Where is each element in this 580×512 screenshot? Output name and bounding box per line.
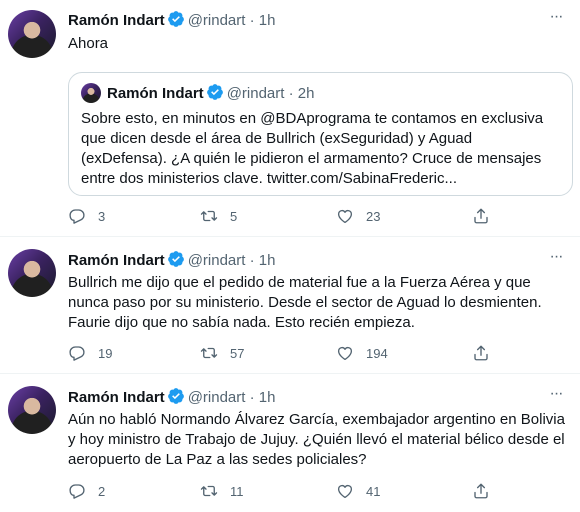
quoted-tweet[interactable]: Ramón Indart @rindart · 2h Sobre esto, en… xyxy=(68,72,573,196)
avatar[interactable] xyxy=(8,10,56,58)
reply-icon xyxy=(68,344,86,362)
retweet-icon xyxy=(200,207,218,225)
like-count: 194 xyxy=(366,345,388,361)
timestamp[interactable]: 1h xyxy=(259,252,276,269)
share-button[interactable] xyxy=(472,482,502,500)
timestamp[interactable]: 1h xyxy=(259,12,276,29)
retweet-button[interactable]: 5 xyxy=(200,207,237,225)
retweet-count: 57 xyxy=(230,345,245,361)
separator-dot: · xyxy=(288,85,294,102)
like-icon xyxy=(336,482,354,500)
tweet-header: Ramón Indart @rindart · 1h xyxy=(68,387,275,408)
more-options-icon[interactable]: ··· xyxy=(546,249,566,270)
quoted-text: Sobre esto, en minutos en @BDAprograma t… xyxy=(81,110,544,187)
quoted-author-handle: @rindart xyxy=(226,85,285,102)
share-button[interactable] xyxy=(472,344,502,362)
author-handle[interactable]: @rindart xyxy=(188,252,246,269)
author-name[interactable]: Ramón Indart xyxy=(68,252,165,269)
verified-badge-icon xyxy=(206,83,224,101)
reply-count: 3 xyxy=(98,208,106,224)
share-button[interactable] xyxy=(472,207,502,225)
avatar[interactable] xyxy=(8,386,56,434)
quoted-avatar[interactable] xyxy=(81,83,101,103)
tweet-text: Bullrich me dijo que el pedido de materi… xyxy=(68,274,542,331)
like-button[interactable]: 23 xyxy=(336,207,380,225)
like-button[interactable]: 194 xyxy=(336,344,388,362)
retweet-button[interactable]: 11 xyxy=(200,482,244,500)
like-button[interactable]: 41 xyxy=(336,482,380,500)
retweet-icon xyxy=(200,482,218,500)
like-icon xyxy=(336,344,354,362)
tweet-text: Aún no habló Normando Álvarez García, ex… xyxy=(68,411,565,468)
tweet[interactable]: Ramón Indart @rindart · 1h ··· Bullrich m… xyxy=(0,237,580,373)
tweet-header: Ramón Indart @rindart · 1h xyxy=(68,250,275,271)
share-icon xyxy=(472,482,490,500)
like-count: 23 xyxy=(366,208,381,224)
separator-dot: · xyxy=(249,252,255,269)
share-icon xyxy=(472,344,490,362)
quoted-author-name: Ramón Indart xyxy=(107,85,204,102)
tweet-actions: 19 57 194 xyxy=(68,344,568,364)
separator-dot: · xyxy=(249,12,255,29)
reply-count: 2 xyxy=(98,483,106,499)
more-options-icon[interactable]: ··· xyxy=(546,386,566,407)
separator-dot: · xyxy=(249,389,255,406)
retweet-icon xyxy=(200,344,218,362)
reply-icon xyxy=(68,482,86,500)
more-options-icon[interactable]: ··· xyxy=(546,9,566,30)
author-handle[interactable]: @rindart xyxy=(188,12,246,29)
author-name[interactable]: Ramón Indart xyxy=(68,12,165,29)
retweet-count: 11 xyxy=(230,483,244,499)
tweet-actions: 3 5 23 xyxy=(68,207,568,227)
author-handle[interactable]: @rindart xyxy=(188,389,246,406)
verified-badge-icon xyxy=(167,250,185,268)
verified-badge-icon xyxy=(167,10,185,28)
tweet-text: Ahora xyxy=(68,35,109,52)
retweet-count: 5 xyxy=(230,208,238,224)
reply-button[interactable]: 3 xyxy=(68,207,105,225)
tweet[interactable]: Ramón Indart @rindart · 1h ··· Aún no hab… xyxy=(0,374,580,512)
verified-badge-icon xyxy=(167,387,185,405)
tweet[interactable]: Ramón Indart @rindart · 1h ··· Ahora Ramó… xyxy=(0,0,580,236)
avatar[interactable] xyxy=(8,249,56,297)
quoted-header: Ramón Indart @rindart · 2h xyxy=(107,83,314,104)
timestamp[interactable]: 1h xyxy=(259,389,276,406)
quoted-timestamp: 2h xyxy=(297,85,315,102)
reply-button[interactable]: 2 xyxy=(68,482,105,500)
reply-button[interactable]: 19 xyxy=(68,344,112,362)
reply-icon xyxy=(68,207,86,225)
tweet-actions: 2 11 41 xyxy=(68,482,568,502)
tweet-header: Ramón Indart @rindart · 1h xyxy=(68,10,275,31)
like-icon xyxy=(336,207,354,225)
share-icon xyxy=(472,207,490,225)
like-count: 41 xyxy=(366,483,381,499)
author-name[interactable]: Ramón Indart xyxy=(68,389,165,406)
retweet-button[interactable]: 57 xyxy=(200,344,244,362)
reply-count: 19 xyxy=(98,345,113,361)
